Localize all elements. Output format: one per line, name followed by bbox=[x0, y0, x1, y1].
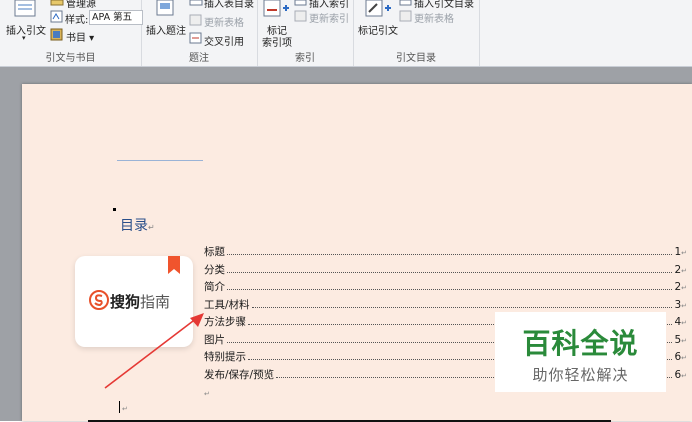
toc-entry-title: 方法步骤 bbox=[204, 316, 246, 328]
paragraph-mark: ↵ bbox=[681, 319, 687, 327]
citations-group: 插入引文 ▾ 管理源 样式: APA 第五 书目 ▾ 引文与书目 bbox=[0, 0, 143, 66]
paragraph-mark: ↵ bbox=[681, 371, 687, 380]
toc-heading[interactable]: 目录↵ bbox=[120, 215, 155, 235]
paragraph-mark: ↵ bbox=[681, 266, 687, 275]
cross-reference-icon bbox=[189, 32, 202, 44]
paragraph-mark: ↵ bbox=[681, 301, 687, 310]
sogou-s-icon bbox=[89, 290, 109, 310]
toc-entry-page: 3 bbox=[674, 298, 682, 311]
toc-entry-page: 2 bbox=[674, 281, 682, 293]
document-workspace: 目录↵ 标题 1 ↵ 分类 2 ↵ 简介 2 ↵ 工具/材料 3 ↵ 方法步骤 4 ↵ 图片 5 ↵ 特别提示 6 ↵ 发… bbox=[0, 67, 692, 422]
cross-reference-button[interactable]: 交叉引用 bbox=[204, 33, 244, 48]
watermark-title: 百科全说 bbox=[522, 327, 639, 360]
paragraph-mark: ↵ bbox=[122, 405, 128, 413]
document-page[interactable]: 目录↵ 标题 1 ↵ 分类 2 ↵ 简介 2 ↵ 工具/材料 3 ↵ 方法步骤 4 ↵ 图片 5 ↵ 特别提示 6 ↵ 发… bbox=[22, 84, 692, 422]
toa-group: 标记引文 插入引文目录 更新表格 引文目录 bbox=[353, 0, 480, 66]
mark-citation-icon[interactable] bbox=[365, 0, 393, 20]
insert-index-button[interactable]: 插入索引 bbox=[309, 0, 349, 10]
update-table-button[interactable]: 更新表格 bbox=[204, 14, 244, 29]
mark-entry-icon[interactable] bbox=[263, 0, 291, 20]
toc-entry[interactable]: 分类 2 ↵ bbox=[204, 262, 687, 280]
paragraph-mark: ↵ bbox=[681, 284, 687, 292]
toc-leader-dots bbox=[251, 306, 673, 308]
style-label: 样式: bbox=[65, 15, 89, 26]
insert-table-of-figures-icon bbox=[189, 0, 203, 6]
paragraph-mark: ↵ bbox=[681, 336, 687, 345]
captions-group: 插入题注 插入表目录 更新表格 交叉引用 题注 bbox=[141, 0, 258, 66]
insert-caption-icon[interactable] bbox=[155, 0, 177, 18]
update-table-icon bbox=[189, 14, 202, 26]
header-rule bbox=[117, 160, 203, 161]
toc-entry-title: 工具/材料 bbox=[204, 298, 250, 311]
toc-entry-page: 2 bbox=[674, 263, 682, 276]
toc-entry-title: 特别提示 bbox=[204, 351, 246, 363]
toc-leader-dots bbox=[227, 253, 673, 255]
toc-entry-page: 4 bbox=[674, 316, 682, 328]
style-select[interactable]: APA 第五 bbox=[89, 10, 143, 25]
bibliography-icon bbox=[50, 28, 63, 41]
style-icon bbox=[50, 10, 63, 23]
insert-toa-icon bbox=[399, 0, 412, 6]
mark-citation-button[interactable]: 标记引文 bbox=[358, 22, 398, 37]
mark-entry-label-2[interactable]: 索引项 bbox=[262, 34, 292, 49]
insert-citation-icon[interactable] bbox=[12, 0, 38, 20]
paragraph-bullet bbox=[113, 208, 116, 211]
toc-entry[interactable]: 简介 2 ↵ bbox=[204, 279, 687, 297]
logo-text-main: 搜狗 bbox=[110, 293, 141, 311]
manage-sources-button[interactable]: 管理源 bbox=[66, 0, 96, 10]
paragraph-mark: ↵ bbox=[681, 354, 687, 362]
toc-entry-title: 发布/保存/预览 bbox=[204, 368, 275, 381]
update-toa-icon bbox=[399, 10, 412, 22]
captions-group-label: 题注 bbox=[189, 53, 209, 64]
baike-watermark: 百科全说 助你轻松解决 bbox=[495, 312, 666, 392]
text-cursor bbox=[119, 401, 120, 413]
manage-sources-icon bbox=[50, 0, 64, 6]
index-group: 标记 索引项 插入索引 更新索引 索引 bbox=[257, 0, 354, 66]
ribbon: 插入引文 ▾ 管理源 样式: APA 第五 书目 ▾ 引文与书目 插入题注 插入… bbox=[0, 0, 692, 67]
index-group-label: 索引 bbox=[295, 53, 315, 64]
insert-index-icon bbox=[294, 0, 307, 6]
watermark-subtitle: 助你轻松解决 bbox=[532, 366, 629, 384]
toc-entry-title: 分类 bbox=[204, 263, 225, 276]
insert-citation-dropdown[interactable]: ▾ bbox=[22, 34, 26, 42]
update-index-button[interactable]: 更新索引 bbox=[309, 10, 349, 25]
toc-entry-title: 标题 bbox=[204, 246, 225, 258]
citations-group-label: 引文与书目 bbox=[45, 53, 96, 64]
insert-toa-button[interactable]: 插入引文目录 bbox=[414, 0, 474, 10]
red-arrow-annotation bbox=[104, 313, 204, 389]
logo-text-sub: 指南 bbox=[140, 293, 171, 311]
insert-caption-button[interactable]: 插入题注 bbox=[146, 22, 186, 37]
toc-entry-page: 6 bbox=[674, 351, 682, 363]
toa-group-label: 引文目录 bbox=[396, 53, 436, 64]
toc-heading-text: 目录 bbox=[120, 218, 148, 234]
logo-text: 搜狗指南 bbox=[110, 291, 170, 312]
toc-entry[interactable]: 标题 1 ↵ bbox=[204, 244, 687, 262]
toc-entry-title: 简介 bbox=[204, 281, 225, 293]
toc-leader-dots bbox=[227, 271, 673, 273]
paragraph-mark: ↵ bbox=[148, 223, 155, 232]
insert-citation-button[interactable]: 插入引文 bbox=[6, 22, 46, 37]
update-toa-button[interactable]: 更新表格 bbox=[414, 10, 454, 25]
bibliography-button[interactable]: 书目 ▾ bbox=[66, 29, 94, 44]
toc-leader-dots bbox=[227, 288, 673, 290]
bookmark-icon bbox=[168, 256, 180, 274]
insert-table-of-figures-button[interactable]: 插入表目录 bbox=[204, 0, 254, 10]
toc-entry-page: 6 bbox=[674, 368, 682, 381]
toc-entry-page: 5 bbox=[674, 333, 682, 346]
toc-entry-page: 1 bbox=[674, 246, 682, 258]
update-index-icon bbox=[294, 10, 307, 22]
paragraph-mark: ↵ bbox=[681, 249, 687, 257]
